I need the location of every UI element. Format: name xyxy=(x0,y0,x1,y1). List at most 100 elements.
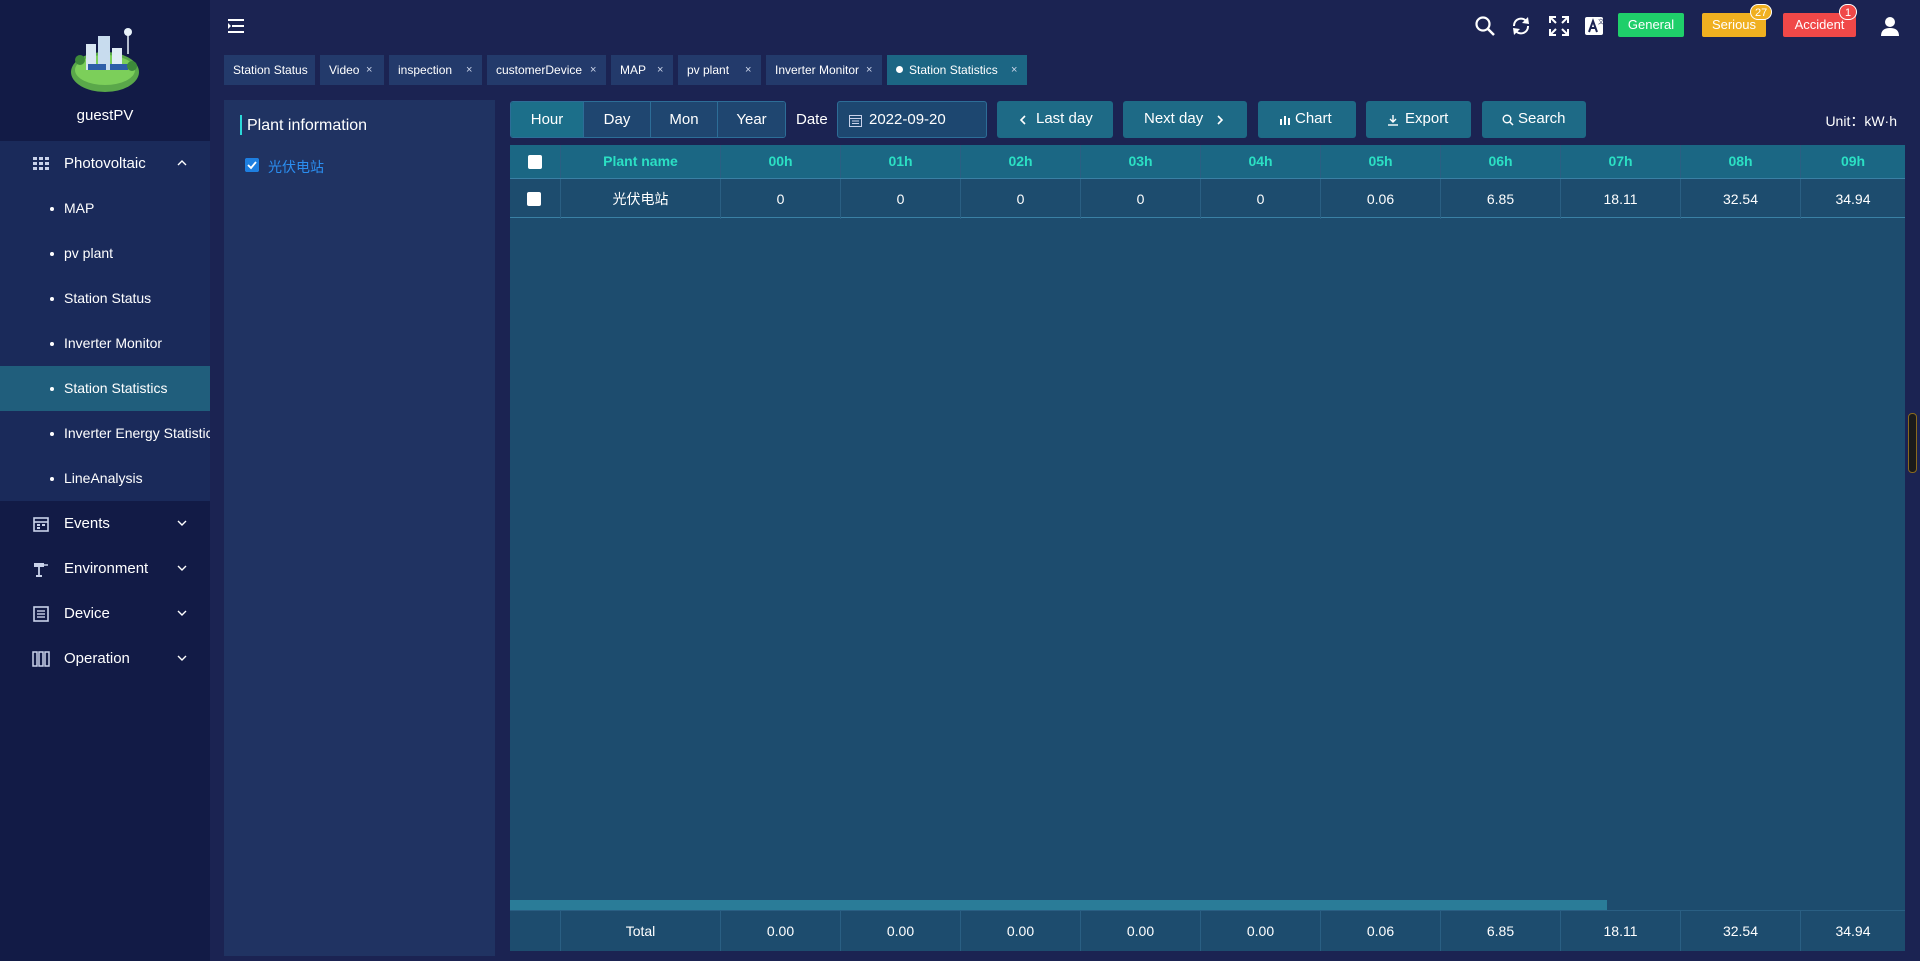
row-select-cell xyxy=(510,179,561,219)
close-icon[interactable]: × xyxy=(466,55,472,85)
period-day-button[interactable]: Day xyxy=(584,102,651,137)
sidebar-item-map[interactable]: MAP xyxy=(0,186,210,231)
column-header[interactable]: 09h xyxy=(1801,145,1905,178)
column-header[interactable]: 02h xyxy=(961,145,1081,178)
bullet-dot xyxy=(50,252,54,256)
tab-video[interactable]: Video × xyxy=(320,55,384,85)
date-label: Date xyxy=(796,111,828,128)
header-select-cell xyxy=(510,145,561,178)
menu-group-operation[interactable]: Operation xyxy=(0,636,210,681)
last-day-button[interactable]: Last day xyxy=(997,101,1113,138)
menu-group-label: Events xyxy=(64,515,110,532)
solar-city-logo xyxy=(71,28,139,92)
menu-group-device[interactable]: Device xyxy=(0,591,210,636)
search-icon[interactable] xyxy=(1474,15,1496,37)
close-icon[interactable]: × xyxy=(366,55,372,85)
serious-count-badge: 27 xyxy=(1750,4,1773,20)
sidebar-item-station-statistics[interactable]: Station Statistics xyxy=(0,366,210,411)
period-year-button[interactable]: Year xyxy=(718,102,785,137)
accident-alarm-button[interactable]: Accident 1 xyxy=(1783,4,1857,37)
menu-group-label: Device xyxy=(64,605,110,622)
menu-group-label: Photovoltaic xyxy=(64,155,146,172)
bullet-dot xyxy=(50,477,54,481)
chevron-up-icon xyxy=(177,160,187,166)
sidebar-item-inverter-monitor[interactable]: Inverter Monitor xyxy=(0,321,210,366)
menu-group-photovoltaic[interactable]: Photovoltaic xyxy=(0,141,210,186)
menu-group-events[interactable]: Events xyxy=(0,501,210,546)
table-cell: 32.54 xyxy=(1681,179,1801,219)
tab-label: MAP xyxy=(620,63,647,77)
tab-customerdevice[interactable]: customerDevice × xyxy=(487,55,606,85)
sidebar-item-label: LineAnalysis xyxy=(64,470,143,486)
chevron-right-icon xyxy=(1217,115,1224,125)
sidebar-item-station-status[interactable]: Station Status xyxy=(0,276,210,321)
serious-alarm-label: Serious xyxy=(1711,17,1757,32)
sidebar: guestPV Photovoltaic MAP pv plant Statio… xyxy=(0,0,210,961)
period-selector: Hour Day Mon Year xyxy=(510,101,786,138)
total-cell: 6.85 xyxy=(1441,911,1561,951)
table-cell: 0 xyxy=(961,179,1081,219)
fullscreen-icon[interactable] xyxy=(1548,15,1570,37)
sidebar-item-lineanalysis[interactable]: LineAnalysis xyxy=(0,456,210,501)
column-header[interactable]: 05h xyxy=(1321,145,1441,178)
tab-label: Station Statistics xyxy=(909,63,998,77)
horizontal-scroll-thumb[interactable] xyxy=(510,900,1607,910)
chevron-left-icon xyxy=(1019,115,1026,125)
accident-count-badge: 1 xyxy=(1839,4,1857,20)
unit-label: Unit：kW·h xyxy=(1825,113,1897,129)
column-header[interactable]: 00h xyxy=(721,145,841,178)
tab-inspection[interactable]: inspection × xyxy=(389,55,482,85)
horizontal-scrollbar[interactable] xyxy=(510,900,1905,910)
tab-station-statistics[interactable]: Station Statistics × xyxy=(887,55,1027,85)
column-header[interactable]: 07h xyxy=(1561,145,1681,178)
chevron-down-icon xyxy=(177,610,187,616)
tab-station-status[interactable]: Station Status xyxy=(224,55,315,85)
total-cell: 18.11 xyxy=(1561,911,1681,951)
chart-button[interactable]: Chart xyxy=(1258,101,1356,138)
search-button[interactable]: Search xyxy=(1482,101,1586,138)
menu-group-environment[interactable]: Environment xyxy=(0,546,210,591)
user-icon[interactable] xyxy=(1879,15,1901,37)
tab-pv-plant[interactable]: pv plant × xyxy=(678,55,761,85)
total-cell: 32.54 xyxy=(1681,911,1801,951)
sidebar-item-inverter-energy-statistics[interactable]: Inverter Energy Statistics xyxy=(0,411,210,456)
period-hour-button[interactable]: Hour xyxy=(511,102,584,137)
tab-label: customerDevice xyxy=(496,63,583,77)
general-alarm-button[interactable]: General xyxy=(1618,13,1684,37)
table-cell: 0 xyxy=(721,179,841,219)
tab-inverter-monitor[interactable]: Inverter Monitor × xyxy=(766,55,882,85)
column-header[interactable]: Plant name xyxy=(561,145,721,178)
translate-icon[interactable]: 文 xyxy=(1583,15,1605,37)
table-row[interactable]: 光伏电站 0 0 0 0 0 0.06 6.85 18.11 32.54 34.… xyxy=(510,178,1905,219)
table-cell: 0.06 xyxy=(1321,179,1441,219)
statistics-main: Hour Day Mon Year Date 2022-09-20 Last d… xyxy=(510,100,1905,956)
panel-title: Plant information xyxy=(247,117,368,134)
column-header[interactable]: 06h xyxy=(1441,145,1561,178)
column-header[interactable]: 03h xyxy=(1081,145,1201,178)
date-picker-input[interactable]: 2022-09-20 xyxy=(837,101,987,138)
column-header[interactable]: 08h xyxy=(1681,145,1801,178)
menu-toggle-icon[interactable] xyxy=(228,18,246,34)
close-icon[interactable]: × xyxy=(866,55,872,85)
sidebar-item-pv-plant[interactable]: pv plant xyxy=(0,231,210,276)
period-mon-button[interactable]: Mon xyxy=(651,102,718,137)
row-checkbox[interactable] xyxy=(527,192,541,206)
close-icon[interactable]: × xyxy=(745,55,751,85)
next-day-button[interactable]: Next day xyxy=(1123,101,1247,138)
last-day-label: Last day xyxy=(1036,110,1093,127)
close-icon[interactable]: × xyxy=(590,55,596,85)
plant-tree-item[interactable]: 光伏电站 xyxy=(268,157,324,177)
close-icon[interactable]: × xyxy=(657,55,663,85)
page-vertical-scrollbar[interactable] xyxy=(1908,413,1917,473)
export-button[interactable]: Export xyxy=(1366,101,1471,138)
column-header[interactable]: 01h xyxy=(841,145,961,178)
serious-alarm-button[interactable]: Serious 27 xyxy=(1702,4,1773,37)
close-icon[interactable]: × xyxy=(1011,55,1017,85)
select-all-checkbox[interactable] xyxy=(528,155,542,169)
plant-checkbox[interactable] xyxy=(245,158,259,172)
operation-icon xyxy=(32,651,50,667)
tab-label: Station Status xyxy=(233,63,308,77)
column-header[interactable]: 04h xyxy=(1201,145,1321,178)
refresh-icon[interactable] xyxy=(1510,15,1532,37)
tab-map[interactable]: MAP × xyxy=(611,55,673,85)
